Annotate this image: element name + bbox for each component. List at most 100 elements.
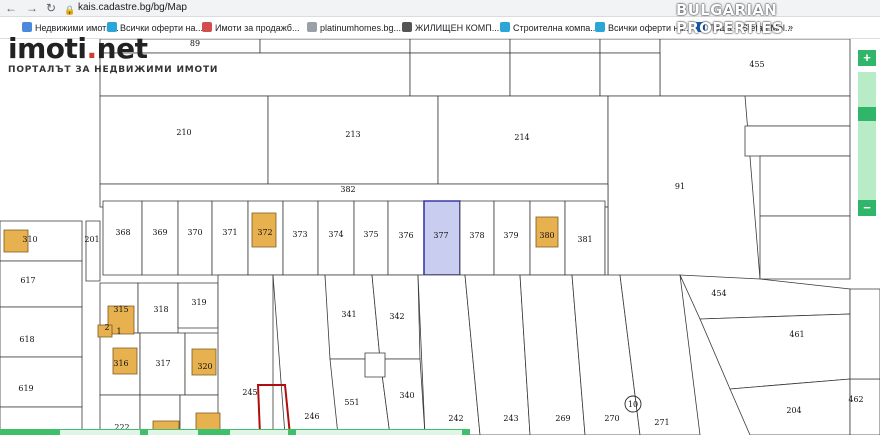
parcel-label: 370 — [187, 228, 202, 237]
page-icon — [307, 22, 317, 32]
bookmark-item[interactable]: Имоти за продажб... — [202, 22, 299, 33]
parcel-label: 315 — [113, 305, 128, 314]
parcel[interactable] — [509, 39, 601, 54]
parcel[interactable] — [744, 95, 851, 127]
parcel-label: 320 — [197, 362, 212, 371]
parcel-label: 310 — [22, 235, 37, 244]
zoom-slider-track[interactable] — [858, 72, 876, 202]
parcel[interactable] — [0, 260, 83, 308]
parcel-label: 10 — [628, 400, 638, 409]
parcel[interactable] — [759, 155, 851, 217]
parcel[interactable] — [141, 200, 179, 276]
arrow-right-icon[interactable]: → — [26, 1, 38, 15]
bookmark-label: ЖИЛИЩЕН КОМП... — [415, 23, 500, 33]
parcel-label: 461 — [789, 330, 804, 339]
parcel-label: 210 — [176, 128, 191, 137]
bookmark-item[interactable]: ЖИЛИЩЕН КОМП... — [402, 22, 499, 33]
parcel-label: 201 — [84, 235, 99, 244]
parcel-label: 1 — [116, 327, 121, 336]
parcel[interactable] — [211, 200, 249, 276]
parcel-label: 318 — [153, 305, 168, 314]
parcel-label: 372 — [257, 228, 272, 237]
parcel-label: 368 — [115, 228, 130, 237]
logo-wordmark: imoti.net — [8, 32, 148, 65]
parcel-label: 381 — [577, 235, 592, 244]
parcel-label: 378 — [469, 231, 484, 240]
parcel-label: 245 — [242, 388, 257, 397]
parcel-label: 214 — [514, 133, 529, 142]
parcel-label: 619 — [18, 384, 33, 393]
parcel[interactable] — [759, 215, 851, 280]
parcel-label: 204 — [786, 406, 801, 415]
parcel-label: 242 — [448, 414, 463, 423]
parcel-label: 618 — [19, 335, 34, 344]
parcel-label: 380 — [539, 231, 554, 240]
imoti-logo: imoti.net ПОРТАЛЪТ ЗА НЕДВИЖИМИ ИМОТИ — [8, 32, 219, 76]
zoom-out-button[interactable]: − — [858, 200, 876, 216]
parcel-label: 269 — [555, 414, 570, 423]
parcel[interactable] — [99, 95, 269, 185]
parcel[interactable] — [0, 306, 83, 358]
address-bar[interactable]: kais.cadastre.bg/bg/Map — [78, 2, 187, 13]
app-icon — [595, 22, 605, 32]
parcel-label: 376 — [398, 231, 413, 240]
lock-icon: 🔒 — [64, 5, 76, 15]
reload-icon[interactable]: ↻ — [46, 1, 56, 15]
parcel[interactable] — [85, 220, 101, 282]
app-icon — [202, 22, 212, 32]
parcel[interactable] — [509, 52, 601, 97]
app-icon — [500, 22, 510, 32]
parcel-label: 462 — [848, 395, 863, 404]
parcel-label: 316 — [113, 359, 128, 368]
parcel[interactable] — [409, 39, 511, 54]
parcel-label: 246 — [304, 412, 319, 421]
parcel[interactable] — [267, 95, 439, 185]
cadastral-map[interactable]: 89455210 213 214382 91368 369 370 371 372 373 374… — [0, 39, 880, 435]
parcel-label: 2 — [104, 323, 109, 332]
bookmark-item[interactable]: Строителна компа... — [500, 22, 598, 33]
parcel-label: 340 — [399, 391, 414, 400]
parcel-label: 379 — [503, 231, 518, 240]
bookmark-label: Строителна компа... — [513, 23, 598, 33]
bookmark-label: Имоти за продажб... — [215, 23, 300, 33]
parcel[interactable] — [849, 288, 880, 380]
parcel[interactable] — [0, 356, 83, 408]
parcel-label: 91 — [675, 182, 685, 191]
bulgarian-properties-watermark: BULGARIAN PROPERTIES — [676, 1, 784, 37]
parcel[interactable] — [364, 352, 386, 378]
zoom-control[interactable]: + − — [858, 50, 876, 216]
parcel-label: 342 — [389, 312, 404, 321]
parcel-label: 454 — [711, 289, 726, 298]
globe-icon — [22, 22, 32, 32]
parcel[interactable] — [259, 39, 411, 54]
parcel[interactable] — [409, 52, 511, 97]
arrow-left-icon[interactable]: ← — [5, 1, 17, 15]
logo-tagline: ПОРТАЛЪТ ЗА НЕДВИЖИМИ ИМОТИ — [8, 65, 219, 75]
parcel[interactable] — [177, 200, 213, 276]
parcel-label: 243 — [503, 414, 518, 423]
parcel-label: 377 — [433, 231, 448, 240]
parcel-label: 617 — [20, 276, 35, 285]
parcel[interactable] — [849, 378, 880, 435]
bookmark-label: platinumhomes.bg... — [320, 23, 402, 33]
parcel-label: 271 — [654, 418, 669, 427]
parcel[interactable] — [599, 52, 661, 97]
bookmark-item[interactable]: platinumhomes.bg... — [307, 22, 401, 33]
parcel-label: 317 — [155, 359, 170, 368]
parcel-label: 319 — [191, 298, 206, 307]
parcel-label: 373 — [292, 230, 307, 239]
zoom-slider-thumb[interactable] — [858, 107, 876, 121]
zoom-in-button[interactable]: + — [858, 50, 876, 66]
parcel-label: 371 — [222, 228, 237, 237]
parcel[interactable] — [744, 125, 851, 157]
parcel-label: 551 — [344, 398, 359, 407]
diamond-icon — [402, 22, 412, 32]
parcel[interactable] — [102, 200, 143, 276]
bottom-panel-strip — [0, 429, 470, 435]
parcel-label: 369 — [152, 228, 167, 237]
parcel[interactable] — [217, 274, 274, 435]
parcel[interactable] — [599, 39, 661, 54]
parcel[interactable] — [604, 206, 609, 280]
parcel-label: 341 — [341, 310, 356, 319]
parcel-label: 213 — [345, 130, 360, 139]
